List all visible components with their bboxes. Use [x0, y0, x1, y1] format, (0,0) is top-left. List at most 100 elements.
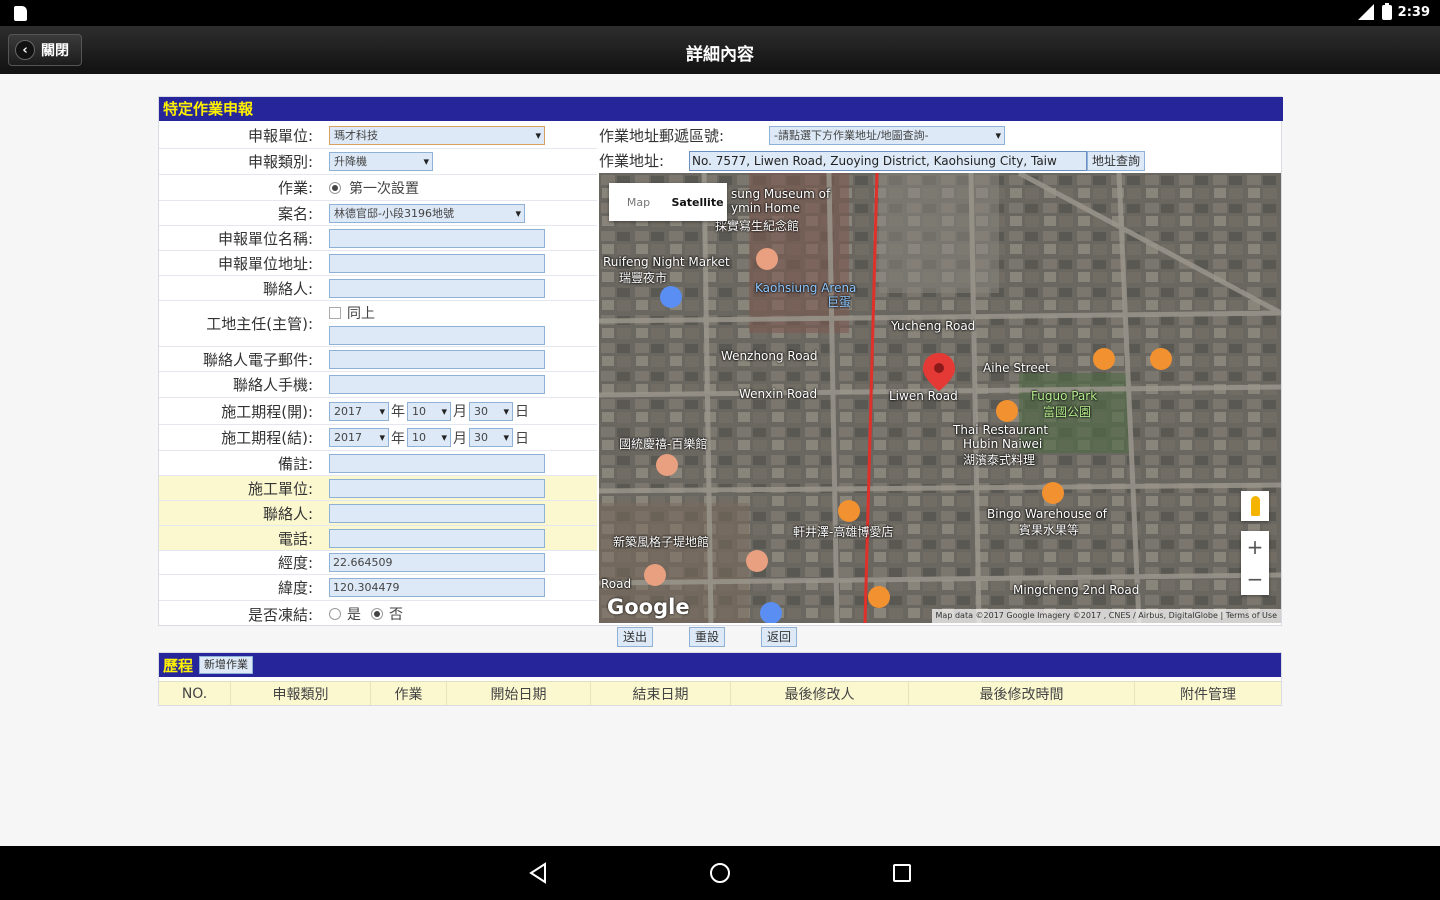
column-header: NO. — [159, 682, 231, 705]
field-label: 案名: — [277, 204, 313, 223]
notes-input[interactable] — [329, 453, 545, 473]
content-area: 特定作業申報 申報單位: 瑪才科技 申報類別: 升降機 作業: 第一次設置 案名… — [0, 74, 1440, 846]
field-label: 經度: — [277, 554, 313, 572]
map-label: Ruifeng Night Market — [603, 255, 730, 269]
map-label: Mingcheng 2nd Road — [1013, 583, 1140, 597]
longitude-input[interactable]: 22.664509 — [329, 553, 545, 572]
row-category: 申報類別: 升降機 — [159, 149, 597, 175]
contractor-contact-input[interactable] — [329, 503, 545, 523]
email-input[interactable] — [329, 349, 545, 369]
end-day-select[interactable]: 30 — [469, 428, 513, 447]
operation-value: 第一次設置 — [349, 180, 419, 197]
frozen-no-label: 否 — [389, 607, 403, 623]
field-label: 是否凍結: — [247, 605, 313, 624]
contractor-input[interactable] — [329, 478, 545, 498]
map-label: sung Museum of — [731, 187, 831, 201]
zoom-in-button[interactable]: + — [1241, 531, 1269, 563]
map-attribution[interactable]: Map data ©2017 Google Imagery ©2017 , CN… — [931, 609, 1281, 623]
field-label: 緯度: — [277, 579, 313, 597]
address-lookup-button[interactable]: 地址查詢 — [1087, 150, 1146, 171]
zoom-control: + − — [1241, 531, 1269, 595]
case-name-select[interactable]: 林德官邸-小段3196地號 — [329, 203, 525, 223]
row-case-name: 案名: 林德官邸-小段3196地號 — [159, 201, 597, 226]
frozen-yes-label: 是 — [347, 607, 361, 623]
row-contractor: 施工單位: — [159, 476, 597, 501]
row-email: 聯絡人電子郵件: — [159, 347, 597, 372]
mobile-input[interactable] — [329, 375, 545, 394]
column-header: 最後修改人 — [731, 682, 909, 705]
field-label: 聯絡人: — [262, 504, 313, 523]
row-unit: 申報單位: 瑪才科技 — [159, 123, 597, 149]
unit-address-input[interactable] — [329, 253, 545, 273]
row-mobile: 聯絡人手機: — [159, 372, 597, 398]
unit-select[interactable]: 瑪才科技 — [329, 126, 545, 145]
latitude-input[interactable]: 120.304479 — [329, 578, 545, 597]
address-row: 作業地址: No. 7577, Liwen Road, Zuoying Dist… — [599, 148, 1283, 173]
field-label: 工地主任(主管): — [206, 315, 313, 333]
start-year-select[interactable]: 2017 — [329, 401, 389, 421]
address-area: 作業地址郵遞區號: -請點選下方作業地址/地圖查詢- 作業地址: No. 757… — [599, 123, 1283, 173]
contact-input[interactable] — [329, 278, 545, 298]
status-bar: 2:39 — [0, 0, 1440, 26]
start-day-select[interactable]: 30 — [469, 401, 513, 421]
column-header: 開始日期 — [447, 682, 591, 705]
address-input[interactable]: No. 7577, Liwen Road, Zuoying District, … — [689, 150, 1087, 171]
month-unit: 月 — [453, 430, 467, 447]
site-manager-input[interactable] — [329, 325, 545, 345]
recents-nav-icon[interactable] — [890, 861, 914, 885]
action-buttons: 送出 重設 返回 — [617, 627, 798, 647]
map-label: 富國公園 — [1043, 405, 1092, 419]
submit-button[interactable]: 送出 — [617, 627, 654, 647]
month-unit: 月 — [453, 404, 467, 420]
return-button[interactable]: 返回 — [761, 627, 798, 647]
phone-input[interactable] — [329, 528, 545, 548]
map-type-control: Map Satellite — [609, 183, 727, 221]
field-label: 聯絡人: — [262, 279, 313, 298]
google-logo: Google — [607, 595, 690, 619]
column-header: 作業 — [371, 682, 447, 705]
app-bar: ‹ 關閉 詳細內容 — [0, 26, 1440, 74]
map-type-map-button[interactable]: Map — [609, 183, 668, 221]
declaration-panel: 特定作業申報 申報單位: 瑪才科技 申報類別: 升降機 作業: 第一次設置 案名… — [158, 96, 1283, 647]
frozen-yes-radio[interactable] — [329, 608, 341, 620]
end-year-select[interactable]: 2017 — [329, 428, 389, 447]
street-view-pegman-icon[interactable] — [1241, 491, 1269, 521]
home-nav-icon[interactable] — [708, 861, 732, 885]
day-unit: 日 — [515, 404, 529, 420]
frozen-no-radio[interactable] — [371, 608, 383, 620]
column-header: 附件管理 — [1180, 686, 1236, 703]
map-label: Yucheng Road — [891, 319, 976, 333]
operation-radio[interactable] — [329, 181, 341, 194]
history-panel: 歷程 新增作業 NO. 申報類別 作業 開始日期 結束日期 最後修改人 最後修改… — [158, 652, 1282, 706]
zoom-out-button[interactable]: − — [1241, 563, 1269, 595]
end-month-select[interactable]: 10 — [407, 428, 451, 447]
row-contact: 聯絡人: — [159, 276, 597, 301]
map-label: ymin Home — [731, 201, 800, 215]
column-header: 申報類別 — [231, 682, 371, 705]
map-label: 巨蛋 — [827, 295, 852, 309]
row-start-date: 施工期程(開): 2017年 10月 30日 — [159, 398, 597, 425]
back-nav-icon[interactable] — [526, 861, 550, 885]
same-as-above-checkbox[interactable] — [329, 306, 341, 319]
field-label: 聯絡人手機: — [232, 376, 313, 394]
category-select[interactable]: 升降機 — [329, 152, 433, 171]
sd-card-icon — [14, 6, 27, 21]
row-latitude: 緯度: 120.304479 — [159, 575, 597, 601]
map-label: Liwen Road — [889, 389, 958, 403]
address-label: 作業地址: — [599, 152, 665, 170]
signal-icon — [1357, 4, 1374, 20]
new-operation-button[interactable]: 新增作業 — [199, 656, 254, 674]
row-unit-address: 申報單位地址: — [159, 251, 597, 276]
map-label: Bingo Warehouse of — [987, 507, 1108, 521]
unit-name-input[interactable] — [329, 228, 545, 248]
history-title: 歷程 — [163, 656, 194, 675]
map-label: Fuguo Park — [1031, 389, 1098, 403]
map-type-satellite-button[interactable]: Satellite — [668, 183, 727, 221]
field-label: 電話: — [277, 529, 313, 548]
reset-button[interactable]: 重設 — [689, 627, 726, 647]
map-view[interactable]: sung Museum of ymin Home 採實寫生紀念館 Ruifeng… — [599, 173, 1281, 623]
postal-select[interactable]: -請點選下方作業地址/地圖查詢- — [769, 126, 1005, 145]
battery-icon — [1381, 2, 1392, 20]
start-month-select[interactable]: 10 — [407, 401, 451, 421]
field-label: 作業: — [277, 179, 313, 197]
